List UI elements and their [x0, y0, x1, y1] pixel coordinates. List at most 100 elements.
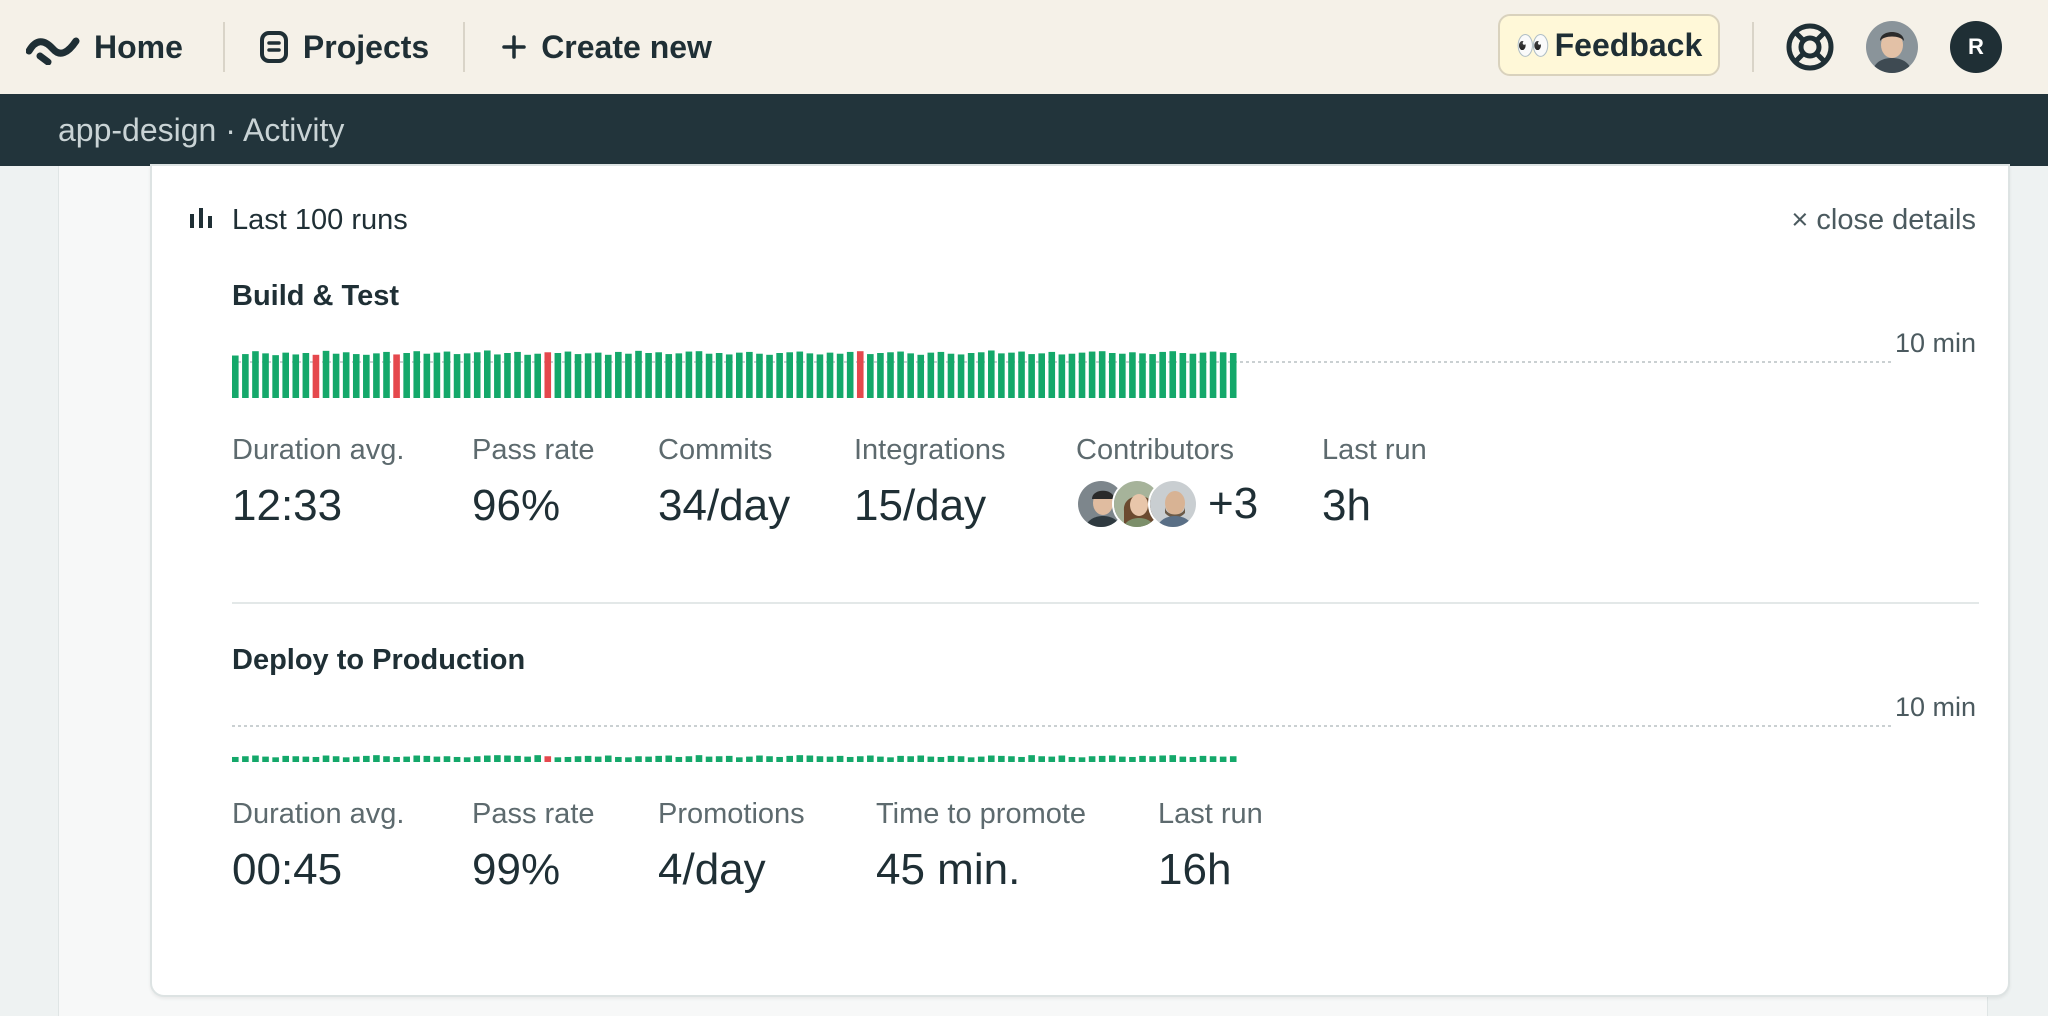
passed-run-bar[interactable] [1078, 757, 1086, 762]
passed-run-bar[interactable] [282, 755, 289, 762]
passed-run-bar[interactable] [836, 353, 844, 398]
passed-run-bar[interactable] [604, 755, 612, 762]
passed-run-bar[interactable] [947, 353, 955, 398]
contributor-avatar[interactable] [1148, 479, 1198, 529]
passed-run-bar[interactable] [897, 755, 904, 762]
passed-run-bar[interactable] [1038, 353, 1045, 398]
passed-run-bar[interactable] [655, 755, 662, 762]
passed-run-bar[interactable] [1159, 351, 1166, 398]
passed-run-bar[interactable] [423, 353, 431, 398]
passed-run-bar[interactable] [1098, 755, 1106, 762]
passed-run-bar[interactable] [675, 756, 683, 762]
close-details-link[interactable]: × close details [1791, 204, 1976, 237]
passed-run-bar[interactable] [494, 354, 501, 398]
nav-create-new[interactable]: Create new [465, 0, 712, 94]
passed-run-bar[interactable] [967, 353, 975, 398]
passed-run-bar[interactable] [665, 354, 673, 398]
passed-run-bar[interactable] [524, 756, 531, 762]
passed-run-bar[interactable] [1008, 756, 1015, 762]
passed-run-bar[interactable] [736, 352, 743, 398]
passed-run-bar[interactable] [363, 354, 370, 398]
passed-run-bar[interactable] [786, 755, 793, 762]
passed-run-bar[interactable] [1149, 354, 1156, 398]
passed-run-bar[interactable] [615, 756, 622, 762]
passed-run-bar[interactable] [756, 755, 763, 762]
passed-run-bar[interactable] [332, 756, 340, 762]
passed-run-bar[interactable] [1108, 353, 1116, 398]
nav-projects[interactable]: Projects [225, 0, 463, 94]
passed-run-bar[interactable] [877, 756, 884, 762]
passed-run-bar[interactable] [635, 756, 642, 762]
passed-run-bar[interactable] [1219, 352, 1227, 398]
passed-run-bar[interactable] [816, 354, 824, 398]
passed-run-bar[interactable] [655, 352, 662, 398]
passed-run-bar[interactable] [413, 755, 421, 762]
passed-run-bar[interactable] [786, 352, 793, 398]
passed-run-bar[interactable] [1068, 756, 1076, 762]
passed-run-bar[interactable] [907, 353, 914, 398]
passed-run-bar[interactable] [373, 353, 380, 398]
failed-run-bar[interactable] [393, 354, 400, 398]
passed-run-bar[interactable] [625, 757, 632, 762]
passed-run-bar[interactable] [1058, 755, 1066, 762]
passed-run-bar[interactable] [665, 755, 673, 762]
failed-run-bar[interactable] [856, 351, 864, 398]
account-initial-avatar[interactable]: R [1950, 21, 2002, 73]
passed-run-bar[interactable] [484, 755, 491, 762]
passed-run-bar[interactable] [473, 352, 481, 398]
passed-run-bar[interactable] [725, 354, 733, 398]
passed-run-bar[interactable] [1048, 756, 1056, 762]
passed-run-bar[interactable] [766, 354, 773, 398]
passed-run-bar[interactable] [232, 756, 239, 762]
passed-run-bar[interactable] [1119, 353, 1126, 398]
passed-run-bar[interactable] [433, 352, 441, 398]
passed-run-bar[interactable] [645, 756, 652, 762]
passed-run-bar[interactable] [867, 755, 874, 762]
passed-run-bar[interactable] [826, 352, 834, 398]
passed-run-bar[interactable] [504, 755, 511, 762]
passed-run-bar[interactable] [443, 351, 451, 398]
passed-run-bar[interactable] [1169, 351, 1177, 398]
passed-run-bar[interactable] [473, 756, 481, 762]
passed-run-bar[interactable] [685, 756, 693, 762]
passed-run-bar[interactable] [534, 353, 541, 398]
passed-run-bar[interactable] [897, 351, 904, 398]
passed-run-bar[interactable] [1179, 756, 1187, 762]
passed-run-bar[interactable] [604, 354, 612, 398]
passed-run-bar[interactable] [816, 756, 824, 762]
passed-run-bar[interactable] [967, 757, 975, 762]
passed-run-bar[interactable] [524, 354, 531, 398]
passed-run-bar[interactable] [393, 756, 400, 762]
passed-run-bar[interactable] [937, 351, 945, 398]
passed-run-bar[interactable] [1139, 755, 1146, 762]
passed-run-bar[interactable] [625, 353, 632, 398]
passed-run-bar[interactable] [494, 755, 501, 762]
passed-run-bar[interactable] [766, 756, 773, 762]
passed-run-bar[interactable] [564, 351, 572, 398]
passed-run-bar[interactable] [1088, 351, 1096, 398]
passed-run-bar[interactable] [282, 352, 289, 398]
passed-run-bar[interactable] [846, 351, 854, 398]
passed-run-bar[interactable] [1199, 755, 1207, 762]
passed-run-bar[interactable] [907, 756, 914, 762]
passed-run-bar[interactable] [1078, 352, 1086, 398]
passed-run-bar[interactable] [463, 353, 471, 398]
passed-run-bar[interactable] [1129, 352, 1136, 398]
passed-run-bar[interactable] [937, 756, 945, 762]
passed-run-bar[interactable] [1119, 756, 1126, 762]
passed-run-bar[interactable] [705, 756, 713, 762]
passed-run-bar[interactable] [826, 756, 834, 762]
passed-run-bar[interactable] [1229, 756, 1237, 762]
passed-run-bar[interactable] [322, 350, 330, 398]
passed-run-bar[interactable] [927, 352, 935, 398]
passed-run-bar[interactable] [514, 755, 521, 762]
passed-run-bar[interactable] [856, 756, 864, 762]
passed-run-bar[interactable] [332, 353, 340, 398]
passed-run-bar[interactable] [292, 756, 300, 762]
passed-run-bar[interactable] [302, 353, 310, 398]
passed-run-bar[interactable] [1209, 756, 1217, 762]
passed-run-bar[interactable] [746, 756, 753, 762]
passed-run-bar[interactable] [1189, 353, 1197, 398]
passed-run-bar[interactable] [867, 354, 874, 398]
failed-run-bar[interactable] [544, 756, 552, 762]
